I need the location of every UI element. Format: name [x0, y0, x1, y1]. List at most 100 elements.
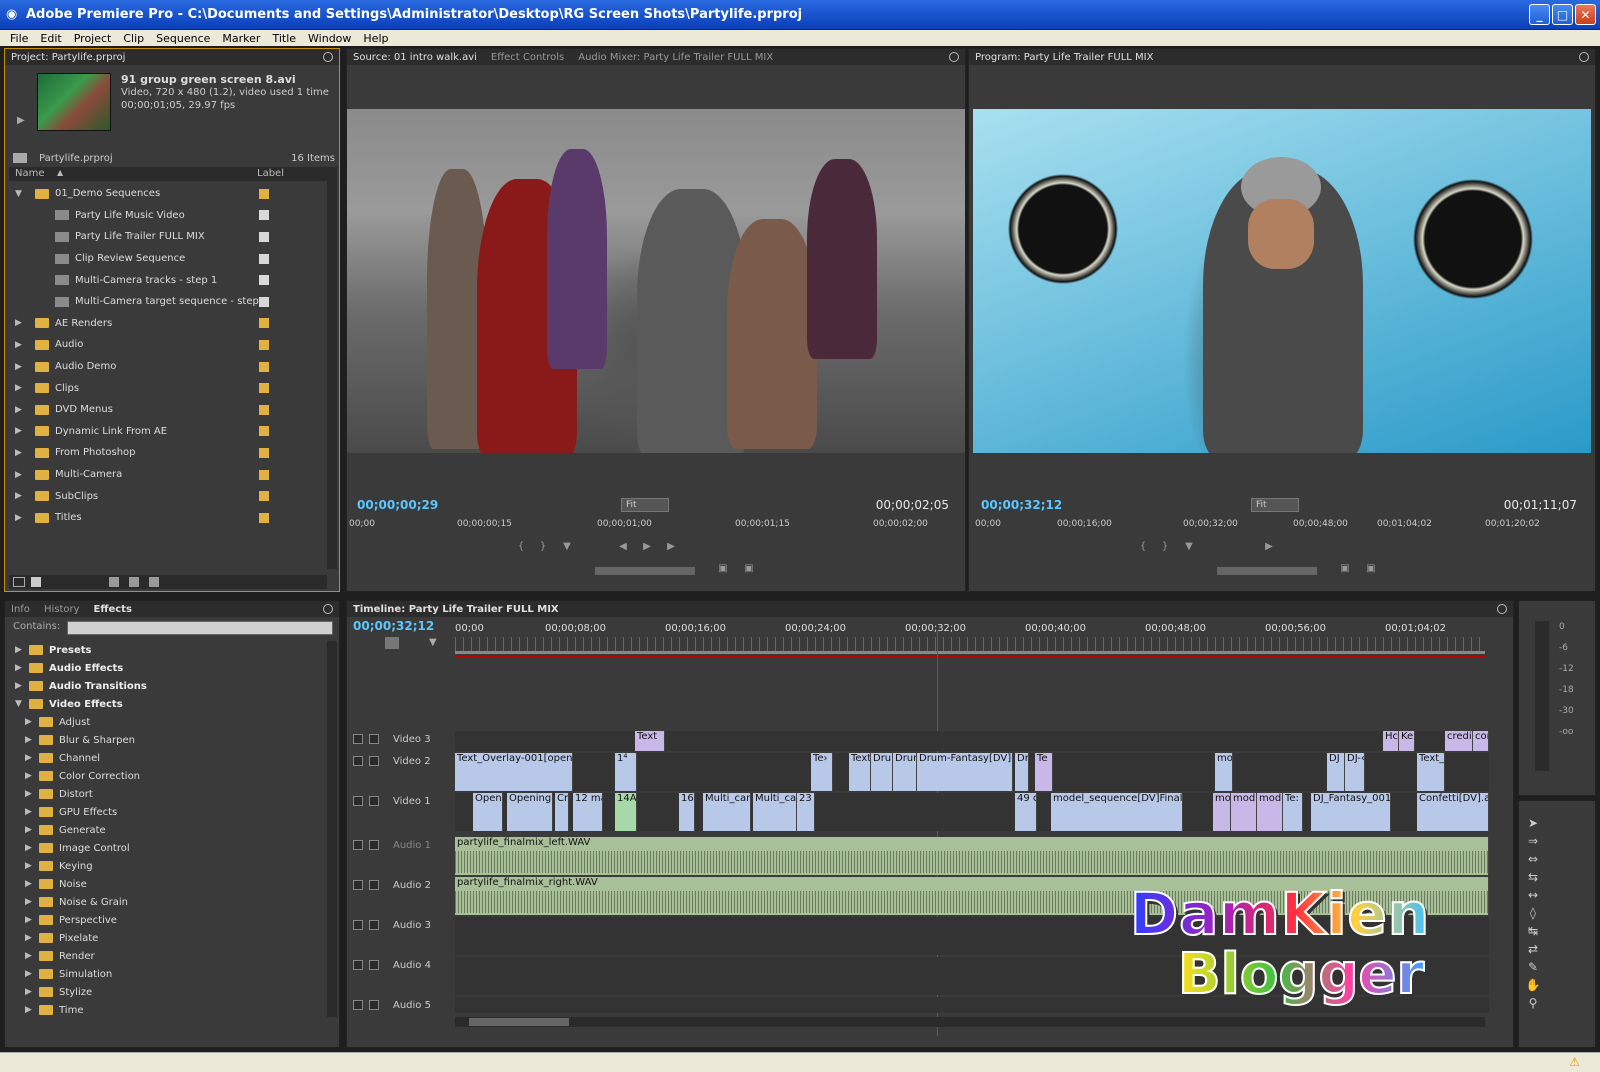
window-titlebar[interactable]: ◉ Adobe Premiere Pro - C:\Documents and …: [0, 0, 1600, 30]
project-folder-row[interactable]: ▶ Clips: [9, 377, 325, 399]
menu-window[interactable]: Window: [302, 32, 357, 45]
collapsed-triangle-icon[interactable]: ▶: [15, 318, 22, 328]
tab-timeline[interactable]: Timeline: Party Life Trailer FULL MIX: [353, 604, 559, 615]
play-thumbnail-icon[interactable]: ▶: [17, 115, 25, 126]
clip[interactable]: 12 ma: [573, 793, 603, 831]
clip[interactable]: model_sequence[DV]Final-00: [1051, 793, 1183, 831]
effects-search-input[interactable]: [67, 621, 333, 635]
label-color-swatch[interactable]: [259, 339, 269, 350]
clip[interactable]: Dru: [871, 753, 893, 791]
clip[interactable]: Te: [1035, 753, 1053, 791]
collapsed-triangle-icon[interactable]: ▶: [15, 383, 22, 393]
clip[interactable]: 14A: [615, 793, 637, 831]
effects-category-row[interactable]: ▶ Render: [9, 947, 327, 965]
collapsed-triangle-icon[interactable]: ▶: [15, 645, 22, 655]
project-folder-row[interactable]: ▶ AE Renders: [9, 313, 325, 335]
project-sequence-row[interactable]: Multi-Camera tracks - step 1: [9, 269, 325, 291]
track-select-tool-icon[interactable]: ⇒: [1525, 833, 1541, 849]
step-forward-icon[interactable]: ▶: [665, 541, 677, 553]
project-scrollbar[interactable]: [327, 167, 337, 569]
effects-category-row[interactable]: ▶ Blur & Sharpen: [9, 731, 327, 749]
clip[interactable]: credi: [1445, 731, 1473, 751]
play-icon[interactable]: ▶: [1263, 541, 1275, 553]
collapsed-triangle-icon[interactable]: ▶: [25, 771, 32, 781]
effects-category-row[interactable]: ▶ Simulation: [9, 965, 327, 983]
clip[interactable]: DJ_Fantasy_001: [1311, 793, 1391, 831]
new-bin-icon[interactable]: [109, 577, 119, 587]
panel-menu-icon[interactable]: [949, 52, 959, 62]
collapsed-triangle-icon[interactable]: ▶: [25, 843, 32, 853]
menu-edit[interactable]: Edit: [34, 32, 67, 45]
project-folder-row[interactable]: ▶ DVD Menus: [9, 399, 325, 421]
collapsed-triangle-icon[interactable]: ▶: [15, 426, 22, 436]
jog-shuttle[interactable]: [1217, 567, 1317, 575]
label-color-swatch[interactable]: [259, 361, 269, 372]
project-folder-row[interactable]: ▶ Dynamic Link From AE: [9, 421, 325, 443]
label-color-swatch[interactable]: [259, 469, 269, 480]
slip-tool-icon[interactable]: ↹: [1525, 923, 1541, 939]
rate-stretch-tool-icon[interactable]: ↔: [1525, 887, 1541, 903]
label-color-swatch[interactable]: [259, 404, 269, 415]
snap-icon[interactable]: [385, 637, 399, 649]
project-sequence-row[interactable]: Multi-Camera target sequence - step 2: [9, 291, 325, 313]
set-marker-icon[interactable]: ▼: [429, 637, 437, 648]
collapsed-triangle-icon[interactable]: ▶: [15, 405, 22, 415]
column-name[interactable]: Name: [15, 168, 45, 179]
tab-program[interactable]: Program: Party Life Trailer FULL MIX: [975, 52, 1153, 63]
clip[interactable]: Text: [635, 731, 665, 751]
effects-category-row[interactable]: ▶ GPU Effects: [9, 803, 327, 821]
panel-menu-icon[interactable]: [1579, 52, 1589, 62]
track-output-toggle[interactable]: [353, 840, 363, 850]
effects-category-row[interactable]: ▶ Time: [9, 1001, 327, 1019]
minimize-button[interactable]: _: [1529, 4, 1550, 25]
clip[interactable]: Confetti[DV].av: [1417, 793, 1489, 831]
tab-source[interactable]: Source: 01 intro walk.avi: [353, 52, 477, 63]
tab-effect-controls[interactable]: Effect Controls: [491, 52, 564, 63]
collapsed-triangle-icon[interactable]: ▶: [25, 879, 32, 889]
panel-menu-icon[interactable]: [1497, 604, 1507, 614]
clip[interactable]: Drum: [893, 753, 917, 791]
clip[interactable]: cor: [1473, 731, 1489, 751]
audio-clip[interactable]: partylife_finalmix_right.WAV: [455, 877, 1489, 915]
track-lock-toggle[interactable]: [369, 734, 379, 744]
set-out-icon[interactable]: }: [537, 541, 549, 553]
track-lock-toggle[interactable]: [369, 756, 379, 766]
clip[interactable]: Dr: [1015, 753, 1029, 791]
work-area-bar[interactable]: [455, 651, 1485, 654]
extract-icon[interactable]: ▣: [1365, 563, 1377, 575]
project-folder-row[interactable]: ▶ Titles: [9, 507, 325, 529]
maximize-button[interactable]: □: [1552, 4, 1573, 25]
collapsed-triangle-icon[interactable]: ▶: [25, 717, 32, 727]
track-output-toggle[interactable]: [353, 756, 363, 766]
effects-category-row[interactable]: ▶ Pixelate: [9, 929, 327, 947]
clip[interactable]: Drum-Fantasy[DV]-0(: [917, 753, 1013, 791]
hand-tool-icon[interactable]: ✋: [1525, 977, 1541, 993]
icon-view-icon[interactable]: [31, 577, 41, 587]
lift-icon[interactable]: ▣: [1339, 563, 1351, 575]
clip[interactable]: Ke: [1399, 731, 1415, 751]
step-back-icon[interactable]: ◀: [617, 541, 629, 553]
menu-marker[interactable]: Marker: [216, 32, 266, 45]
label-color-swatch[interactable]: [259, 383, 269, 394]
track-lock-toggle[interactable]: [369, 960, 379, 970]
clip[interactable]: Open: [473, 793, 503, 831]
menu-sequence[interactable]: Sequence: [150, 32, 216, 45]
play-icon[interactable]: ▶: [641, 541, 653, 553]
clip[interactable]: mod: [1231, 793, 1257, 831]
panel-menu-icon[interactable]: [323, 604, 333, 614]
menu-project[interactable]: Project: [68, 32, 118, 45]
collapsed-triangle-icon[interactable]: ▶: [25, 1005, 32, 1015]
track-lock-toggle[interactable]: [369, 1000, 379, 1010]
clip[interactable]: 1⁴: [615, 753, 637, 791]
project-folder-row[interactable]: ▶ From Photoshop: [9, 442, 325, 464]
effects-category-row[interactable]: ▶ Presets: [9, 641, 327, 659]
pen-tool-icon[interactable]: ✎: [1525, 959, 1541, 975]
source-time-ruler[interactable]: 00;00 00;00;00;15 00;00;01;00 00;00;01;1…: [347, 517, 965, 531]
source-current-timecode[interactable]: 00;00;00;29: [357, 498, 438, 512]
clip[interactable]: DJ-‹: [1345, 753, 1365, 791]
track-output-toggle[interactable]: [353, 920, 363, 930]
tab-history[interactable]: History: [44, 604, 80, 615]
zoom-tool-icon[interactable]: ⚲: [1525, 995, 1541, 1011]
menu-file[interactable]: File: [4, 32, 34, 45]
panel-menu-icon[interactable]: [323, 52, 333, 62]
